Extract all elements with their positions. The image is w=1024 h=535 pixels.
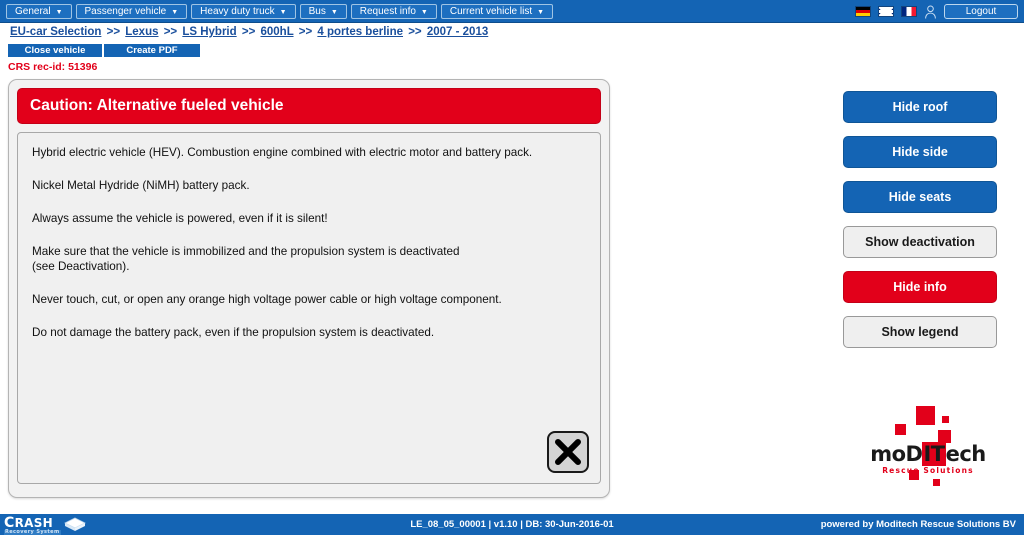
breadcrumb-item-eu-car-selection[interactable]: EU-car Selection: [10, 26, 101, 38]
side-button-panel: Hide roof Hide side Hide seats Show deac…: [843, 91, 997, 348]
hide-info-button-label: Hide info: [893, 280, 947, 294]
breadcrumb-separator: >>: [163, 26, 178, 38]
menu-item-passenger-vehicle-label: Passenger vehicle: [84, 5, 167, 17]
show-deactivation-button[interactable]: Show deactivation: [843, 226, 997, 258]
menu-bar-right: Logout: [855, 0, 1018, 23]
chevron-down-icon: ▼: [330, 8, 338, 16]
breadcrumb-item-600hl[interactable]: 600hL: [261, 26, 294, 38]
footer-powered-by-text: powered by Moditech Rescue Solutions BV: [820, 519, 1016, 530]
chevron-down-icon: ▼: [537, 8, 545, 16]
crs-rec-id: CRS rec-id: 51396: [8, 61, 98, 73]
logo-word-highlight: IT: [922, 442, 946, 466]
footer-bar: CRASH Recovery System LE_08_05_00001 | v…: [0, 514, 1024, 535]
hide-seats-button-label: Hide seats: [888, 190, 952, 204]
breadcrumb-item-year-range[interactable]: 2007 - 2013: [427, 26, 488, 38]
close-vehicle-button[interactable]: Close vehicle: [8, 44, 102, 57]
close-x-icon: [555, 439, 581, 465]
menu-item-current-vehicle-list-label: Current vehicle list: [449, 5, 533, 17]
breadcrumb: EU-car Selection >> Lexus >> LS Hybrid >…: [10, 26, 488, 38]
moditech-logo: moDITech Rescue Solutions: [862, 404, 994, 486]
breadcrumb-item-ls-hybrid[interactable]: LS Hybrid: [182, 26, 236, 38]
hide-side-button[interactable]: Hide side: [843, 136, 997, 168]
caution-paragraph: Make sure that the vehicle is immobilize…: [32, 245, 460, 273]
breadcrumb-separator: >>: [298, 26, 313, 38]
caution-paragraph: Nickel Metal Hydride (NiMH) battery pack…: [32, 179, 250, 192]
breadcrumb-separator: >>: [241, 26, 256, 38]
hide-side-button-label: Hide side: [892, 145, 948, 159]
menu-item-request-info[interactable]: Request info ▼: [350, 3, 437, 19]
logout-button[interactable]: Logout: [944, 4, 1018, 19]
caution-paragraph: Do not damage the battery pack, even if …: [32, 326, 435, 339]
menu-item-heavy-duty-truck-label: Heavy duty truck: [200, 5, 275, 17]
show-deactivation-button-label: Show deactivation: [865, 235, 975, 249]
menu-item-general-label: General: [15, 5, 51, 17]
logo-square: [933, 479, 940, 486]
menu-item-current-vehicle-list[interactable]: Current vehicle list ▼: [440, 3, 554, 19]
logout-button-label: Logout: [965, 6, 997, 17]
info-panel: Caution: Alternative fueled vehicle Hybr…: [8, 79, 610, 498]
german-flag-icon[interactable]: [855, 6, 871, 17]
show-legend-button-label: Show legend: [881, 325, 959, 339]
footer-version-text: LE_08_05_00001 | v1.10 | DB: 30-Jun-2016…: [410, 519, 614, 530]
caution-paragraph: Hybrid electric vehicle (HEV). Combustio…: [32, 146, 533, 159]
logo-square: [942, 416, 949, 423]
close-panel-button[interactable]: [547, 431, 589, 473]
caution-paragraph: Never touch, cut, or open any orange hig…: [32, 293, 502, 306]
chevron-down-icon: ▼: [55, 8, 63, 16]
show-legend-button[interactable]: Show legend: [843, 316, 997, 348]
menu-item-passenger-vehicle[interactable]: Passenger vehicle ▼: [75, 3, 188, 19]
uk-flag-icon[interactable]: [878, 6, 894, 17]
logo-word-part1: moD: [870, 442, 923, 466]
menu-item-bus[interactable]: Bus ▼: [299, 3, 347, 19]
hide-roof-button-label: Hide roof: [892, 100, 948, 114]
top-menu-bar: General ▼ Passenger vehicle ▼ Heavy duty…: [0, 0, 1024, 23]
menu-item-request-info-label: Request info: [359, 5, 416, 17]
hide-seats-button[interactable]: Hide seats: [843, 181, 997, 213]
hide-info-button[interactable]: Hide info: [843, 271, 997, 303]
logo-tagline: Rescue Solutions: [882, 466, 974, 475]
caution-paragraph: Always assume the vehicle is powered, ev…: [32, 212, 328, 225]
logo-word-part2: ech: [945, 442, 987, 466]
breadcrumb-item-4-portes-berline[interactable]: 4 portes berline: [317, 26, 403, 38]
logo-square: [916, 406, 935, 425]
caution-header: Caution: Alternative fueled vehicle: [17, 88, 601, 124]
create-pdf-button-label: Create PDF: [126, 45, 178, 56]
breadcrumb-item-lexus[interactable]: Lexus: [125, 26, 158, 38]
menu-item-general[interactable]: General ▼: [6, 3, 72, 19]
caution-title: Caution: Alternative fueled vehicle: [30, 97, 284, 114]
close-vehicle-button-label: Close vehicle: [24, 45, 86, 56]
hide-roof-button[interactable]: Hide roof: [843, 91, 997, 123]
breadcrumb-separator: >>: [106, 26, 121, 38]
footer-powered-by: powered by Moditech Rescue Solutions BV: [821, 514, 1016, 535]
menu-items: General ▼ Passenger vehicle ▼ Heavy duty…: [0, 3, 554, 19]
menu-item-heavy-duty-truck[interactable]: Heavy duty truck ▼: [191, 3, 296, 19]
create-pdf-button[interactable]: Create PDF: [104, 44, 200, 57]
chevron-down-icon: ▼: [171, 8, 179, 16]
chevron-down-icon: ▼: [279, 8, 287, 16]
french-flag-icon[interactable]: [901, 6, 917, 17]
caution-content-box: Hybrid electric vehicle (HEV). Combustio…: [17, 132, 601, 484]
user-icon[interactable]: [924, 4, 937, 19]
action-button-row: Close vehicle Create PDF: [8, 44, 200, 57]
logo-square: [895, 424, 906, 435]
chevron-down-icon: ▼: [420, 8, 428, 16]
breadcrumb-separator: >>: [408, 26, 422, 38]
menu-item-bus-label: Bus: [308, 5, 326, 17]
logo-wordmark: moDITech: [862, 442, 994, 466]
